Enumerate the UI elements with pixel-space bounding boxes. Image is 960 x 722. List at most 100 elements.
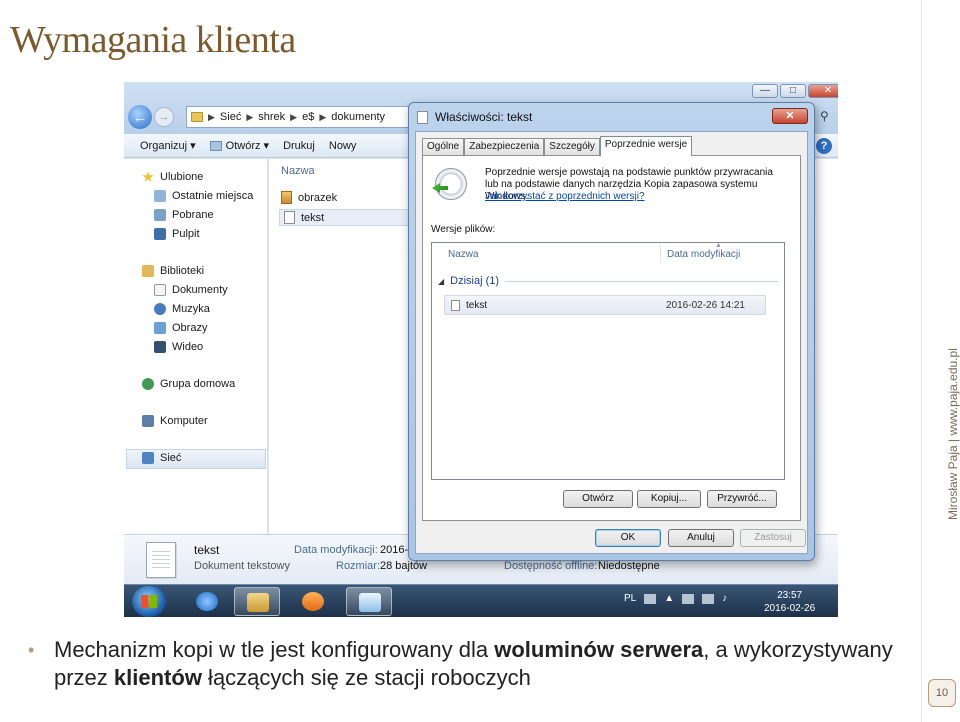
print-button[interactable]: Drukuj xyxy=(283,140,315,152)
restore-version-button[interactable]: Przywróć... xyxy=(707,490,777,508)
bold-clients: klientów xyxy=(113,665,202,690)
minimize-button[interactable]: — xyxy=(752,84,778,98)
folder-icon xyxy=(191,112,203,122)
help-link[interactable]: Jak korzystać z poprzednich wersji? xyxy=(485,191,645,202)
libraries-icon xyxy=(142,265,154,277)
language-indicator[interactable]: PL xyxy=(624,593,636,604)
restore-clock-icon xyxy=(435,168,467,200)
list-item[interactable]: tekst xyxy=(279,209,409,226)
column-header-name[interactable]: Nazwa xyxy=(448,249,479,260)
details-size-label: Rozmiar: xyxy=(336,560,381,572)
search-icon[interactable]: ⚲ xyxy=(820,109,829,123)
flag-icon[interactable] xyxy=(682,593,695,604)
nav-computer[interactable]: Komputer xyxy=(142,415,208,427)
previous-versions-panel: Poprzednie wersje powstają na podstawie … xyxy=(422,155,801,521)
nav-network[interactable]: Sieć xyxy=(142,452,181,464)
tab-general[interactable]: Ogólne xyxy=(422,138,465,156)
nav-pictures[interactable]: Obrazy xyxy=(154,322,207,334)
copy-version-button[interactable]: Kopiuj... xyxy=(637,490,701,508)
version-name: tekst xyxy=(466,299,488,311)
network-tray-icon[interactable] xyxy=(702,593,715,604)
clock[interactable]: 23:57 2016-02-26 xyxy=(764,589,815,615)
file-versions-label: Wersje plików: xyxy=(431,224,496,235)
breadcrumb-network[interactable]: Sieć xyxy=(220,111,241,123)
organize-button[interactable]: Organizuj ▾ xyxy=(140,139,196,152)
system-tray: PL ▲ ♪ xyxy=(624,593,727,604)
column-header-date[interactable]: Data modyfikacji xyxy=(667,249,740,260)
taskbar: PL ▲ ♪ 23:57 2016-02-26 xyxy=(124,584,838,617)
screenshot: — □ ✕ ← → ▶ Sieć ▶ shrek ▶ e$ ▶ dokument… xyxy=(124,82,838,617)
versions-list[interactable]: Nazwa ▲ Data modyfikacji ◢ Dzisiaj (1) t… xyxy=(431,242,785,480)
nav-videos[interactable]: Wideo xyxy=(154,341,203,353)
dialog-body: Ogólne Zabezpieczenia Szczegóły Poprzedn… xyxy=(415,131,808,554)
breadcrumb-host[interactable]: shrek xyxy=(258,111,285,123)
dialog-title: Właściwości: tekst xyxy=(435,110,533,124)
collapse-icon[interactable]: ◢ xyxy=(438,277,444,286)
tab-security[interactable]: Zabezpieczenia xyxy=(464,138,545,156)
videos-icon xyxy=(154,341,166,353)
ok-button[interactable]: OK xyxy=(595,529,661,547)
open-version-button[interactable]: Otwórz xyxy=(563,490,633,508)
dialog-close-button[interactable]: ✕ xyxy=(772,108,808,124)
taskbar-ie-button[interactable] xyxy=(184,587,230,616)
list-item[interactable]: obrazek xyxy=(281,191,337,204)
bullet-text: • Mechanizm kopi w tle jest konfigurowan… xyxy=(28,637,893,690)
navigation-pane: Ulubione Ostatnie miejsca Pobrane Pulpit… xyxy=(124,159,268,534)
forward-button[interactable]: → xyxy=(154,107,174,127)
chevron-up-icon[interactable]: ▲ xyxy=(664,593,674,604)
taskbar-notepad-button[interactable] xyxy=(346,587,392,616)
close-button[interactable]: ✕ xyxy=(808,84,838,98)
text-file-icon xyxy=(284,211,295,224)
tab-details[interactable]: Szczegóły xyxy=(544,138,600,156)
table-row[interactable]: tekst 2016-02-26 14:21 xyxy=(444,295,766,315)
back-button[interactable]: ← xyxy=(128,105,152,129)
tab-previous-versions[interactable]: Poprzednie wersje xyxy=(599,136,693,156)
music-icon xyxy=(154,303,166,315)
window-controls: — □ ✕ xyxy=(752,84,838,98)
details-offline-label: Dostępność offline: xyxy=(504,560,598,572)
chevron-right-icon: ▶ xyxy=(290,111,298,122)
new-button[interactable]: Nowy xyxy=(329,140,357,152)
nav-desktop[interactable]: Pulpit xyxy=(154,228,200,240)
taskbar-media-player-button[interactable] xyxy=(290,587,336,616)
help-icon[interactable]: ? xyxy=(816,138,832,154)
nav-favorites[interactable]: Ulubione xyxy=(142,171,203,183)
maximize-button[interactable]: □ xyxy=(780,84,806,98)
side-author-text: Mirosław Paja | www.paja.edu.pl xyxy=(946,348,960,520)
chevron-right-icon: ▶ xyxy=(208,111,215,122)
nav-homegroup[interactable]: Grupa domowa xyxy=(142,378,235,390)
media-player-icon xyxy=(302,592,324,611)
star-icon xyxy=(142,171,154,182)
chevron-right-icon: ▶ xyxy=(319,111,327,122)
text-file-icon xyxy=(451,299,460,311)
slide-title: Wymagania klienta xyxy=(10,19,296,61)
taskbar-explorer-button[interactable] xyxy=(234,587,280,616)
nav-music[interactable]: Muzyka xyxy=(154,303,210,315)
breadcrumb-folder[interactable]: dokumenty xyxy=(331,111,385,123)
details-file-name: tekst xyxy=(194,543,220,557)
computer-icon xyxy=(142,415,154,427)
nav-libraries[interactable]: Biblioteki xyxy=(142,265,204,277)
page-number: 10 xyxy=(928,679,956,707)
notepad-icon xyxy=(359,593,381,612)
column-header-name[interactable]: Nazwa xyxy=(281,165,315,177)
open-button[interactable]: Otwórz ▾ xyxy=(209,139,269,152)
nav-recent[interactable]: Ostatnie miejsca xyxy=(154,190,253,202)
nav-documents[interactable]: Dokumenty xyxy=(154,284,228,296)
breadcrumb-share[interactable]: e$ xyxy=(302,111,314,123)
keyboard-icon[interactable] xyxy=(644,593,657,604)
dialog-tabs: Ogólne Zabezpieczenia Szczegóły Poprzedn… xyxy=(422,136,693,156)
start-button[interactable] xyxy=(132,586,166,617)
cancel-button[interactable]: Anuluj xyxy=(668,529,734,547)
details-offline-value: Niedostępne xyxy=(598,560,660,572)
nav-downloads[interactable]: Pobrane xyxy=(154,209,214,221)
clock-time: 23:57 xyxy=(777,590,803,601)
homegroup-icon xyxy=(142,378,154,390)
address-bar[interactable]: ▶ Sieć ▶ shrek ▶ e$ ▶ dokumenty xyxy=(186,106,416,128)
group-header-today[interactable]: ◢ Dzisiaj (1) xyxy=(438,275,778,287)
downloads-icon xyxy=(154,209,166,221)
pictures-icon xyxy=(154,322,166,334)
speaker-icon[interactable]: ♪ xyxy=(722,593,727,604)
apply-button: Zastosuj xyxy=(740,529,806,547)
internet-explorer-icon xyxy=(196,592,218,611)
